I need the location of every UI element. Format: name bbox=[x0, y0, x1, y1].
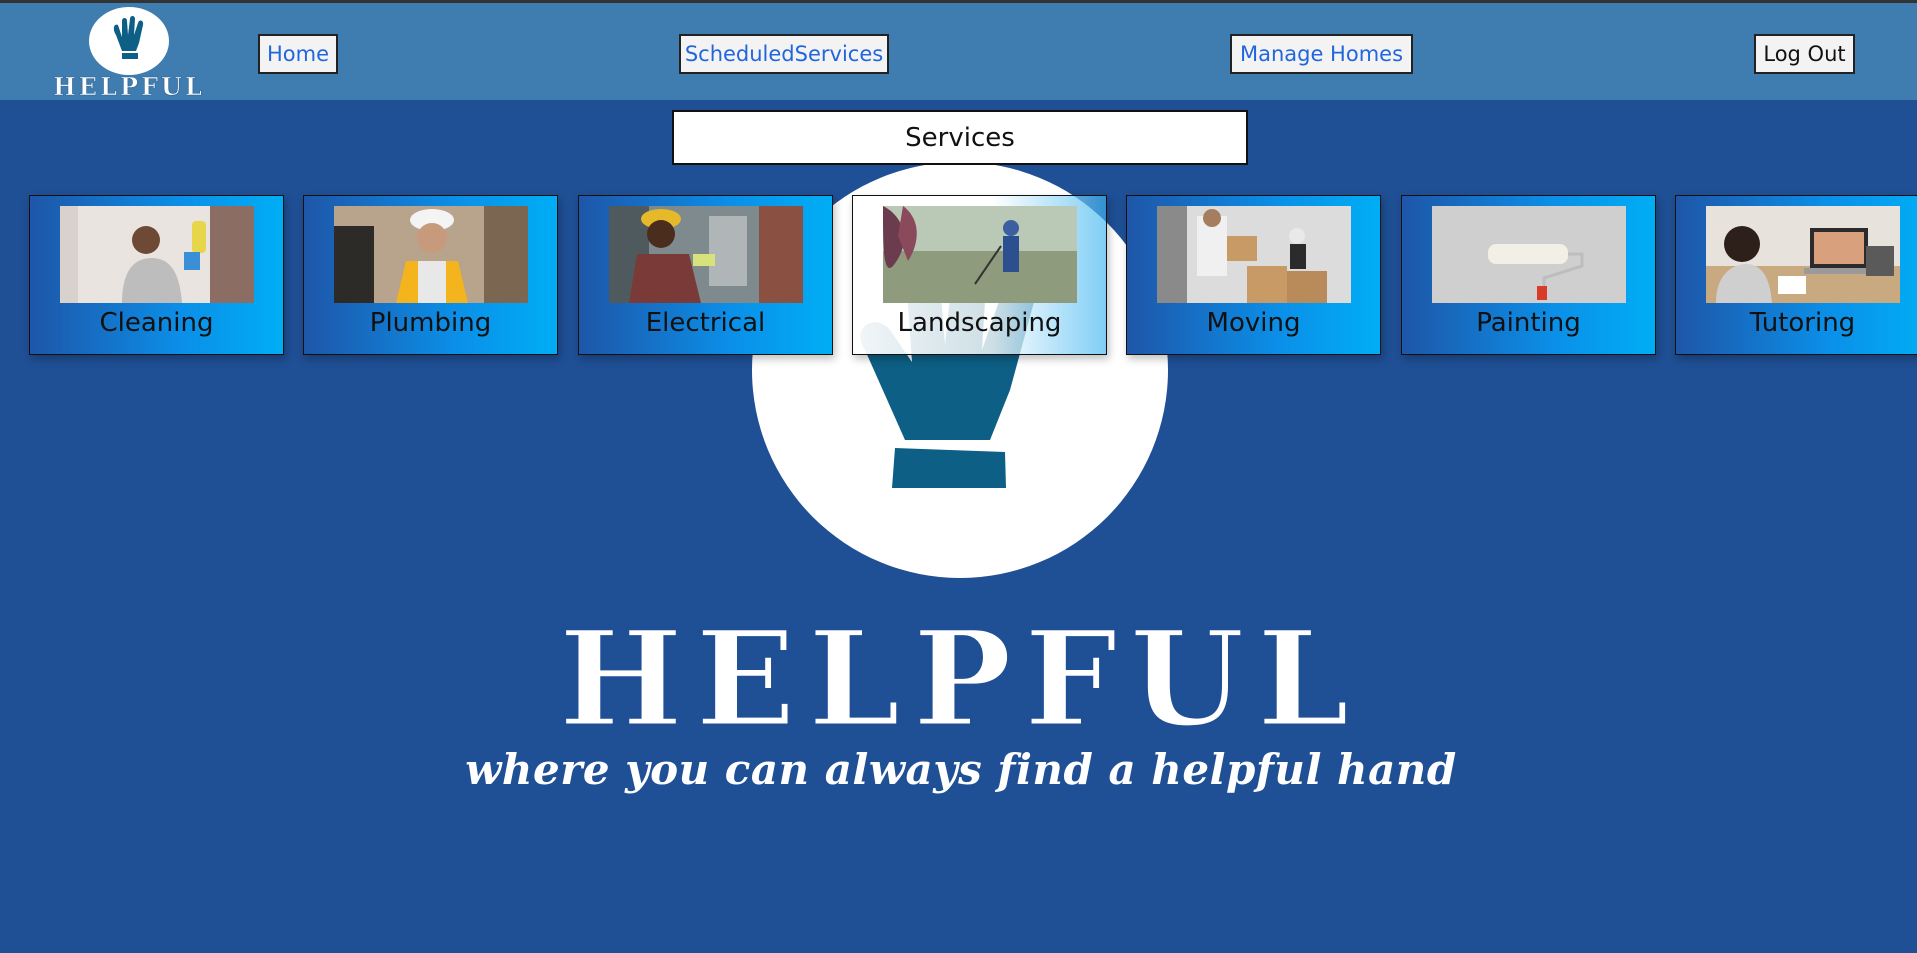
nav-manage-homes-button[interactable]: Manage Homes bbox=[1230, 34, 1413, 74]
nav-home-button[interactable]: Home bbox=[258, 34, 338, 74]
service-label: Electrical bbox=[645, 308, 766, 338]
service-card-tutoring[interactable]: Tutoring bbox=[1675, 195, 1917, 355]
service-card-plumbing[interactable]: Plumbing bbox=[303, 195, 558, 355]
service-label: Cleaning bbox=[99, 308, 214, 338]
service-card-electrical[interactable]: Electrical bbox=[578, 195, 833, 355]
service-card-landscaping[interactable]: Landscaping bbox=[852, 195, 1107, 355]
service-label: Painting bbox=[1476, 308, 1581, 338]
logout-button[interactable]: Log Out bbox=[1754, 34, 1855, 74]
logo-wordmark: HELPFUL bbox=[53, 72, 205, 101]
svg-text:HELPFUL: HELPFUL bbox=[558, 615, 1361, 735]
service-card-cleaning[interactable]: Cleaning bbox=[29, 195, 284, 355]
nav-scheduled-services-button[interactable]: ScheduledServices bbox=[679, 34, 889, 74]
moving-photo bbox=[1157, 206, 1351, 303]
painting-photo bbox=[1432, 206, 1626, 303]
service-card-painting[interactable]: Painting bbox=[1401, 195, 1656, 355]
hero-tagline: where you can always find a helpful hand bbox=[465, 745, 1457, 794]
service-label: Plumbing bbox=[369, 308, 492, 338]
landscaping-photo bbox=[883, 206, 1077, 303]
hero-wordmark: HELPFUL bbox=[557, 615, 1361, 735]
services-heading: Services bbox=[672, 110, 1248, 165]
service-label: Tutoring bbox=[1749, 308, 1856, 338]
electrical-photo bbox=[609, 206, 803, 303]
top-nav-bar: HELPFUL Home ScheduledServices Manage Ho… bbox=[0, 0, 1917, 101]
helpful-logo[interactable]: HELPFUL bbox=[30, 5, 228, 101]
cleaning-photo bbox=[60, 206, 254, 303]
tutoring-photo bbox=[1706, 206, 1900, 303]
service-label: Landscaping bbox=[897, 308, 1062, 338]
plumbing-photo bbox=[334, 206, 528, 303]
service-card-moving[interactable]: Moving bbox=[1126, 195, 1381, 355]
service-label: Moving bbox=[1206, 308, 1301, 338]
